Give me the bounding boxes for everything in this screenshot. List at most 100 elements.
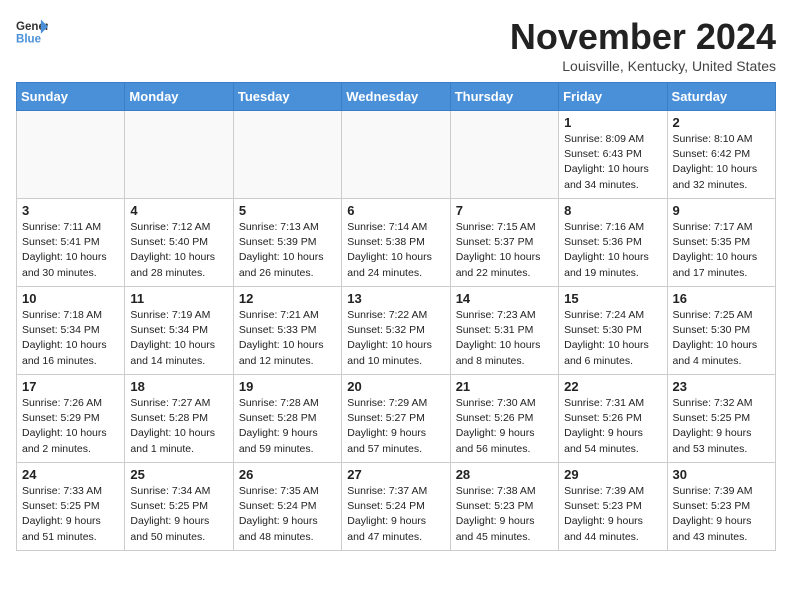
calendar-cell-24: 24 Sunrise: 7:33 AM Sunset: 5:25 PM Dayli… xyxy=(17,463,125,551)
day-info: Sunrise: 7:35 AM Sunset: 5:24 PM Dayligh… xyxy=(239,484,336,545)
day-number: 20 xyxy=(347,379,444,394)
day-number: 24 xyxy=(22,467,119,482)
week-row-5: 24 Sunrise: 7:33 AM Sunset: 5:25 PM Dayli… xyxy=(17,463,776,551)
week-row-1: 1 Sunrise: 8:09 AM Sunset: 6:43 PM Daylig… xyxy=(17,111,776,199)
calendar-cell-25: 25 Sunrise: 7:34 AM Sunset: 5:25 PM Dayli… xyxy=(125,463,233,551)
calendar-cell-empty xyxy=(125,111,233,199)
day-number: 26 xyxy=(239,467,336,482)
calendar-cell-empty xyxy=(233,111,341,199)
day-info: Sunrise: 7:23 AM Sunset: 5:31 PM Dayligh… xyxy=(456,308,553,369)
calendar-cell-9: 9 Sunrise: 7:17 AM Sunset: 5:35 PM Daylig… xyxy=(667,199,775,287)
day-info: Sunrise: 7:33 AM Sunset: 5:25 PM Dayligh… xyxy=(22,484,119,545)
day-number: 25 xyxy=(130,467,227,482)
day-number: 19 xyxy=(239,379,336,394)
day-info: Sunrise: 7:19 AM Sunset: 5:34 PM Dayligh… xyxy=(130,308,227,369)
day-info: Sunrise: 7:38 AM Sunset: 5:23 PM Dayligh… xyxy=(456,484,553,545)
calendar-cell-15: 15 Sunrise: 7:24 AM Sunset: 5:30 PM Dayli… xyxy=(559,287,667,375)
calendar-cell-20: 20 Sunrise: 7:29 AM Sunset: 5:27 PM Dayli… xyxy=(342,375,450,463)
logo-icon: General Blue xyxy=(16,16,48,48)
calendar-cell-10: 10Sunrise: 7:18 AM Sunset: 5:34 PM Dayli… xyxy=(17,287,125,375)
day-info: Sunrise: 7:25 AM Sunset: 5:30 PM Dayligh… xyxy=(673,308,770,369)
calendar-cell-28: 28 Sunrise: 7:38 AM Sunset: 5:23 PM Dayli… xyxy=(450,463,558,551)
weekday-header-thursday: Thursday xyxy=(450,83,558,111)
day-info: Sunrise: 8:09 AM Sunset: 6:43 PM Dayligh… xyxy=(564,132,661,193)
calendar-cell-26: 26 Sunrise: 7:35 AM Sunset: 5:24 PM Dayli… xyxy=(233,463,341,551)
day-number: 8 xyxy=(564,203,661,218)
day-info: Sunrise: 7:34 AM Sunset: 5:25 PM Dayligh… xyxy=(130,484,227,545)
day-number: 1 xyxy=(564,115,661,130)
calendar-cell-5: 5Sunrise: 7:13 AM Sunset: 5:39 PM Daylig… xyxy=(233,199,341,287)
location: Louisville, Kentucky, United States xyxy=(510,58,776,74)
day-number: 9 xyxy=(673,203,770,218)
weekday-header-sunday: Sunday xyxy=(17,83,125,111)
day-info: Sunrise: 7:39 AM Sunset: 5:23 PM Dayligh… xyxy=(564,484,661,545)
calendar-cell-3: 3Sunrise: 7:11 AM Sunset: 5:41 PM Daylig… xyxy=(17,199,125,287)
calendar-cell-13: 13 Sunrise: 7:22 AM Sunset: 5:32 PM Dayli… xyxy=(342,287,450,375)
day-number: 7 xyxy=(456,203,553,218)
month-title: November 2024 xyxy=(510,16,776,58)
day-number: 15 xyxy=(564,291,661,306)
calendar-cell-17: 17Sunrise: 7:26 AM Sunset: 5:29 PM Dayli… xyxy=(17,375,125,463)
day-info: Sunrise: 7:30 AM Sunset: 5:26 PM Dayligh… xyxy=(456,396,553,457)
title-block: November 2024 Louisville, Kentucky, Unit… xyxy=(510,16,776,74)
day-info: Sunrise: 7:15 AM Sunset: 5:37 PM Dayligh… xyxy=(456,220,553,281)
calendar-cell-1: 1 Sunrise: 8:09 AM Sunset: 6:43 PM Daylig… xyxy=(559,111,667,199)
calendar-cell-19: 19 Sunrise: 7:28 AM Sunset: 5:28 PM Dayli… xyxy=(233,375,341,463)
day-number: 2 xyxy=(673,115,770,130)
day-info: Sunrise: 7:29 AM Sunset: 5:27 PM Dayligh… xyxy=(347,396,444,457)
day-info: Sunrise: 7:24 AM Sunset: 5:30 PM Dayligh… xyxy=(564,308,661,369)
weekday-header-saturday: Saturday xyxy=(667,83,775,111)
day-number: 6 xyxy=(347,203,444,218)
calendar-cell-12: 12Sunrise: 7:21 AM Sunset: 5:33 PM Dayli… xyxy=(233,287,341,375)
logo: General Blue xyxy=(16,16,48,48)
day-number: 13 xyxy=(347,291,444,306)
day-number: 29 xyxy=(564,467,661,482)
calendar-cell-30: 30Sunrise: 7:39 AM Sunset: 5:23 PM Dayli… xyxy=(667,463,775,551)
day-info: Sunrise: 7:28 AM Sunset: 5:28 PM Dayligh… xyxy=(239,396,336,457)
day-number: 21 xyxy=(456,379,553,394)
calendar-cell-23: 23Sunrise: 7:32 AM Sunset: 5:25 PM Dayli… xyxy=(667,375,775,463)
day-number: 18 xyxy=(130,379,227,394)
day-info: Sunrise: 7:31 AM Sunset: 5:26 PM Dayligh… xyxy=(564,396,661,457)
day-info: Sunrise: 8:10 AM Sunset: 6:42 PM Dayligh… xyxy=(673,132,770,193)
day-number: 23 xyxy=(673,379,770,394)
day-info: Sunrise: 7:37 AM Sunset: 5:24 PM Dayligh… xyxy=(347,484,444,545)
day-info: Sunrise: 7:17 AM Sunset: 5:35 PM Dayligh… xyxy=(673,220,770,281)
week-row-4: 17Sunrise: 7:26 AM Sunset: 5:29 PM Dayli… xyxy=(17,375,776,463)
calendar-cell-4: 4 Sunrise: 7:12 AM Sunset: 5:40 PM Daylig… xyxy=(125,199,233,287)
day-info: Sunrise: 7:21 AM Sunset: 5:33 PM Dayligh… xyxy=(239,308,336,369)
page-header: General Blue November 2024 Louisville, K… xyxy=(16,16,776,74)
day-info: Sunrise: 7:26 AM Sunset: 5:29 PM Dayligh… xyxy=(22,396,119,457)
calendar-cell-11: 11 Sunrise: 7:19 AM Sunset: 5:34 PM Dayli… xyxy=(125,287,233,375)
weekday-header-friday: Friday xyxy=(559,83,667,111)
day-info: Sunrise: 7:27 AM Sunset: 5:28 PM Dayligh… xyxy=(130,396,227,457)
calendar-cell-18: 18 Sunrise: 7:27 AM Sunset: 5:28 PM Dayli… xyxy=(125,375,233,463)
day-number: 5 xyxy=(239,203,336,218)
day-number: 22 xyxy=(564,379,661,394)
calendar-cell-7: 7 Sunrise: 7:15 AM Sunset: 5:37 PM Daylig… xyxy=(450,199,558,287)
calendar-cell-27: 27 Sunrise: 7:37 AM Sunset: 5:24 PM Dayli… xyxy=(342,463,450,551)
day-number: 14 xyxy=(456,291,553,306)
weekday-header-wednesday: Wednesday xyxy=(342,83,450,111)
calendar-cell-2: 2 Sunrise: 8:10 AM Sunset: 6:42 PM Daylig… xyxy=(667,111,775,199)
calendar-cell-16: 16 Sunrise: 7:25 AM Sunset: 5:30 PM Dayli… xyxy=(667,287,775,375)
day-number: 4 xyxy=(130,203,227,218)
day-number: 28 xyxy=(456,467,553,482)
calendar-cell-empty xyxy=(17,111,125,199)
calendar-cell-empty xyxy=(450,111,558,199)
day-info: Sunrise: 7:12 AM Sunset: 5:40 PM Dayligh… xyxy=(130,220,227,281)
day-number: 16 xyxy=(673,291,770,306)
week-row-3: 10Sunrise: 7:18 AM Sunset: 5:34 PM Dayli… xyxy=(17,287,776,375)
weekday-header-monday: Monday xyxy=(125,83,233,111)
svg-text:Blue: Blue xyxy=(16,34,42,46)
day-info: Sunrise: 7:22 AM Sunset: 5:32 PM Dayligh… xyxy=(347,308,444,369)
day-info: Sunrise: 7:14 AM Sunset: 5:38 PM Dayligh… xyxy=(347,220,444,281)
calendar-cell-29: 29 Sunrise: 7:39 AM Sunset: 5:23 PM Dayli… xyxy=(559,463,667,551)
day-number: 3 xyxy=(22,203,119,218)
calendar-cell-14: 14 Sunrise: 7:23 AM Sunset: 5:31 PM Dayli… xyxy=(450,287,558,375)
day-number: 11 xyxy=(130,291,227,306)
day-number: 27 xyxy=(347,467,444,482)
calendar-cell-21: 21 Sunrise: 7:30 AM Sunset: 5:26 PM Dayli… xyxy=(450,375,558,463)
day-info: Sunrise: 7:18 AM Sunset: 5:34 PM Dayligh… xyxy=(22,308,119,369)
calendar-table: SundayMondayTuesdayWednesdayThursdayFrid… xyxy=(16,82,776,551)
